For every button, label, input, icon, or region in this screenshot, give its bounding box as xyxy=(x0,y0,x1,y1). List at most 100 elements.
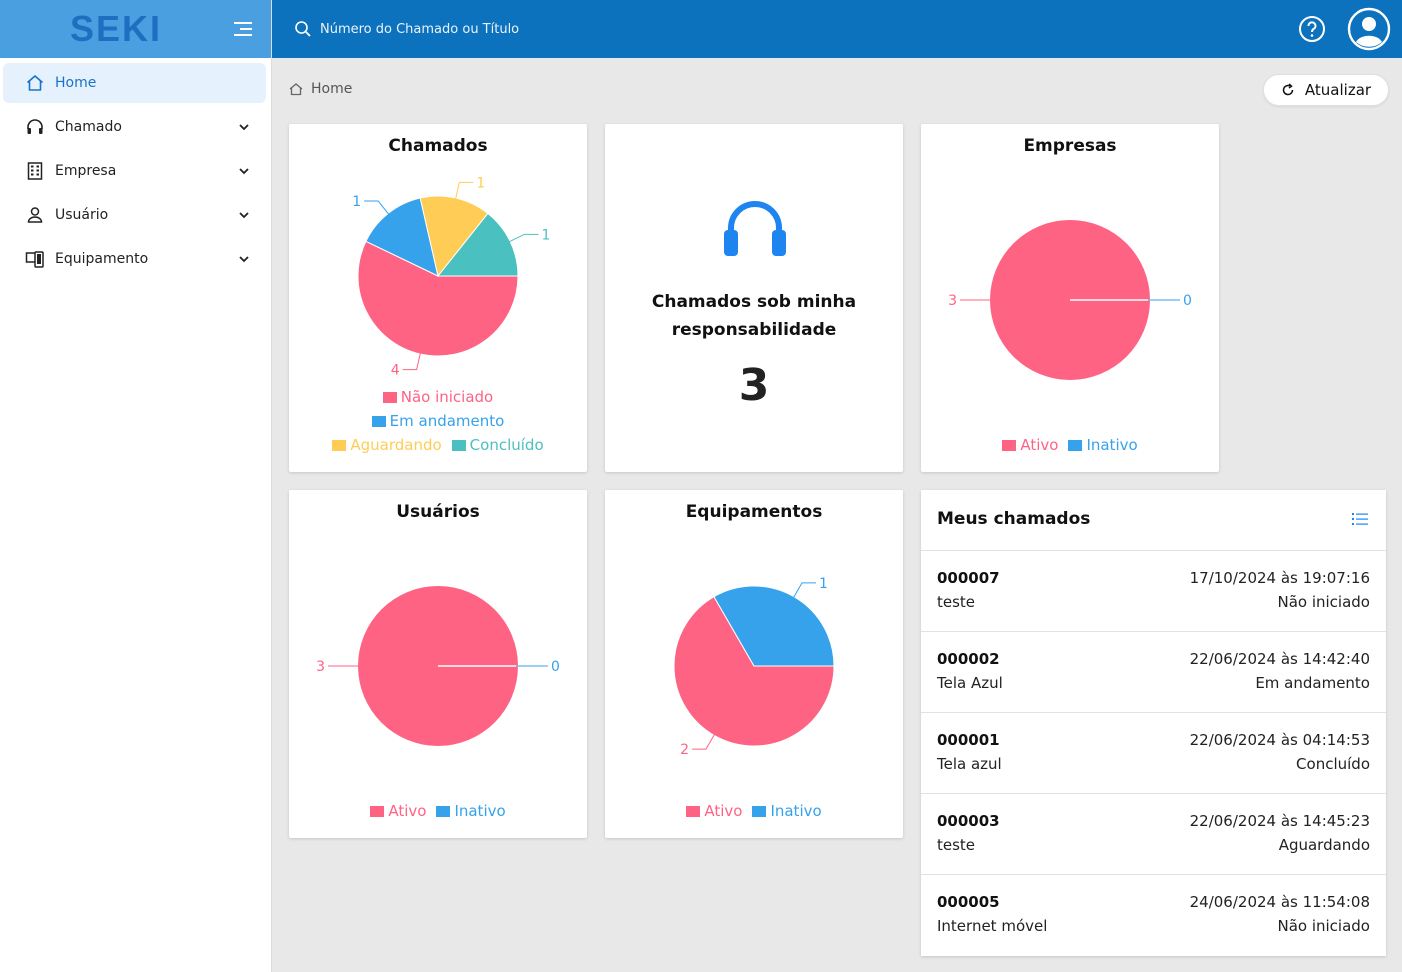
search-icon xyxy=(295,21,311,37)
legend-item-ativo[interactable]: Ativo xyxy=(370,799,426,823)
legend-label: Concluído xyxy=(469,436,544,454)
app-logo[interactable]: SEKI xyxy=(70,8,162,50)
chamados-card: Chamados 4111 Não iniciado Em andamento … xyxy=(289,124,587,472)
home-icon xyxy=(289,83,303,96)
sidebar-item-label: Usuário xyxy=(55,207,109,223)
breadcrumb-home[interactable]: Home xyxy=(311,81,352,97)
legend-item-nao-iniciado[interactable]: Não iniciado xyxy=(382,385,493,409)
pie-leader-line xyxy=(692,733,716,750)
pie-leader-line xyxy=(508,233,539,243)
legend-row: Em andamento xyxy=(289,409,587,433)
legend-label: Inativo xyxy=(770,802,822,820)
table-row[interactable]: 000005 Internet móvel 24/06/2024 às 11:5… xyxy=(921,875,1386,956)
ticket-date: 22/06/2024 às 14:42:40 xyxy=(1189,650,1370,668)
ticket-title: Internet móvel xyxy=(937,917,1048,935)
pie-value-label: 1 xyxy=(352,194,361,210)
legend-item-inativo[interactable]: Inativo xyxy=(436,799,506,823)
legend-swatch xyxy=(370,805,385,817)
pie-value-label: 4 xyxy=(391,363,400,379)
legend-swatch xyxy=(451,439,466,451)
sidebar-item-label: Home xyxy=(55,75,97,91)
legend-label: Aguardando xyxy=(350,436,442,454)
sidebar-item-chamado[interactable]: Chamado xyxy=(3,107,266,147)
user-icon xyxy=(25,205,45,225)
breadcrumb: Home xyxy=(288,81,352,97)
sidebar-item-usuario[interactable]: Usuário xyxy=(3,195,266,235)
pie-leader-line xyxy=(364,200,390,216)
chevron-down-icon[interactable] xyxy=(236,251,252,267)
sidebar-nav: Home Chamado Empresa Usuário Equipamento xyxy=(0,58,271,279)
refresh-icon xyxy=(1282,83,1294,96)
ticket-title: Tela azul xyxy=(937,755,1002,773)
legend-swatch xyxy=(686,805,701,817)
legend-swatch xyxy=(371,415,386,427)
pie-value-label: 0 xyxy=(551,659,560,675)
legend-label: Inativo xyxy=(454,802,506,820)
refresh-button[interactable]: Atualizar xyxy=(1263,74,1389,106)
legend-item-aguardando[interactable]: Aguardando xyxy=(332,433,442,457)
list-view-icon[interactable] xyxy=(1352,512,1368,526)
chart-legend: Ativo Inativo xyxy=(289,799,587,823)
legend-label: Ativo xyxy=(388,802,427,820)
sidebar-item-empresa[interactable]: Empresa xyxy=(3,151,266,191)
brand-header: SEKI xyxy=(0,0,271,58)
pie-leader-line xyxy=(402,351,422,371)
chart-legend: Ativo Inativo xyxy=(921,433,1219,457)
meus-chamados-card: Meus chamados 000007 teste 17/10/2024 às… xyxy=(921,490,1386,956)
chevron-down-icon[interactable] xyxy=(236,119,252,135)
ticket-status: Não iniciado xyxy=(1277,917,1370,935)
legend-row: Ativo Inativo xyxy=(605,799,903,823)
table-row[interactable]: 000007 teste 17/10/2024 às 19:07:16 Não … xyxy=(921,551,1386,632)
chevron-down-icon[interactable] xyxy=(236,163,252,179)
avatar[interactable] xyxy=(1347,7,1391,51)
ticket-date: 17/10/2024 às 19:07:16 xyxy=(1189,569,1370,587)
list-header: Meus chamados xyxy=(921,490,1386,551)
equipamentos-card: Equipamentos 21 Ativo Inativo xyxy=(605,490,903,838)
ticket-date: 22/06/2024 às 14:45:23 xyxy=(1189,812,1370,830)
sidebar-item-equipamento[interactable]: Equipamento xyxy=(3,239,266,279)
ticket-status: Em andamento xyxy=(1255,674,1370,692)
legend-item-em-andamento[interactable]: Em andamento xyxy=(371,409,504,433)
search-bar[interactable] xyxy=(294,14,714,44)
legend-item-concluido[interactable]: Concluído xyxy=(451,433,544,457)
ticket-list: 000007 teste 17/10/2024 às 19:07:16 Não … xyxy=(921,551,1386,956)
legend-row: Ativo Inativo xyxy=(921,433,1219,457)
empresas-pie-chart: 30 xyxy=(948,220,1192,380)
legend-item-inativo[interactable]: Inativo xyxy=(1068,433,1138,457)
usuarios-pie-chart: 30 xyxy=(316,586,560,746)
card-title: Chamados sob minha responsabilidade xyxy=(651,292,857,340)
pie-value-label: 1 xyxy=(476,175,485,191)
ticket-status: Concluído xyxy=(1296,755,1370,773)
responsabilidade-card[interactable]: Chamados sob minha responsabilidade 3 xyxy=(605,124,903,472)
ticket-date: 24/06/2024 às 11:54:08 xyxy=(1189,893,1370,911)
headset-icon xyxy=(724,201,786,256)
sidebar-item-label: Equipamento xyxy=(55,251,149,267)
legend-label: Inativo xyxy=(1086,436,1138,454)
menu-collapse-icon[interactable] xyxy=(232,19,254,39)
pie-value-label: 3 xyxy=(948,293,957,309)
pie-value-label: 2 xyxy=(680,742,689,758)
table-row[interactable]: 000002 Tela Azul 22/06/2024 às 14:42:40 … xyxy=(921,632,1386,713)
table-row[interactable]: 000003 teste 22/06/2024 às 14:45:23 Agua… xyxy=(921,794,1386,875)
ticket-id: 000005 xyxy=(937,893,1000,911)
ticket-title: teste xyxy=(937,836,976,854)
ticket-date: 22/06/2024 às 04:14:53 xyxy=(1189,731,1370,749)
pie-leader-line xyxy=(792,582,816,599)
sidebar-item-label: Chamado xyxy=(55,119,122,135)
ticket-id: 000003 xyxy=(937,812,1000,830)
legend-item-ativo[interactable]: Ativo xyxy=(686,799,742,823)
empresas-card: Empresas 30 Ativo Inativo xyxy=(921,124,1219,472)
sidebar-item-home[interactable]: Home xyxy=(3,63,266,103)
headset-icon xyxy=(25,117,45,137)
legend-item-inativo[interactable]: Inativo xyxy=(752,799,822,823)
help-icon[interactable] xyxy=(1298,15,1326,43)
pie-value-label: 1 xyxy=(819,576,828,592)
table-row[interactable]: 000001 Tela azul 22/06/2024 às 04:14:53 … xyxy=(921,713,1386,794)
sidebar: SEKI Home Chamado Empresa Usuário Equipa… xyxy=(0,0,272,972)
chevron-down-icon[interactable] xyxy=(236,207,252,223)
legend-item-ativo[interactable]: Ativo xyxy=(1002,433,1058,457)
ticket-status: Aguardando xyxy=(1278,836,1370,854)
building-icon xyxy=(25,161,45,181)
search-input[interactable] xyxy=(320,21,700,37)
ticket-id: 000007 xyxy=(937,569,1000,587)
